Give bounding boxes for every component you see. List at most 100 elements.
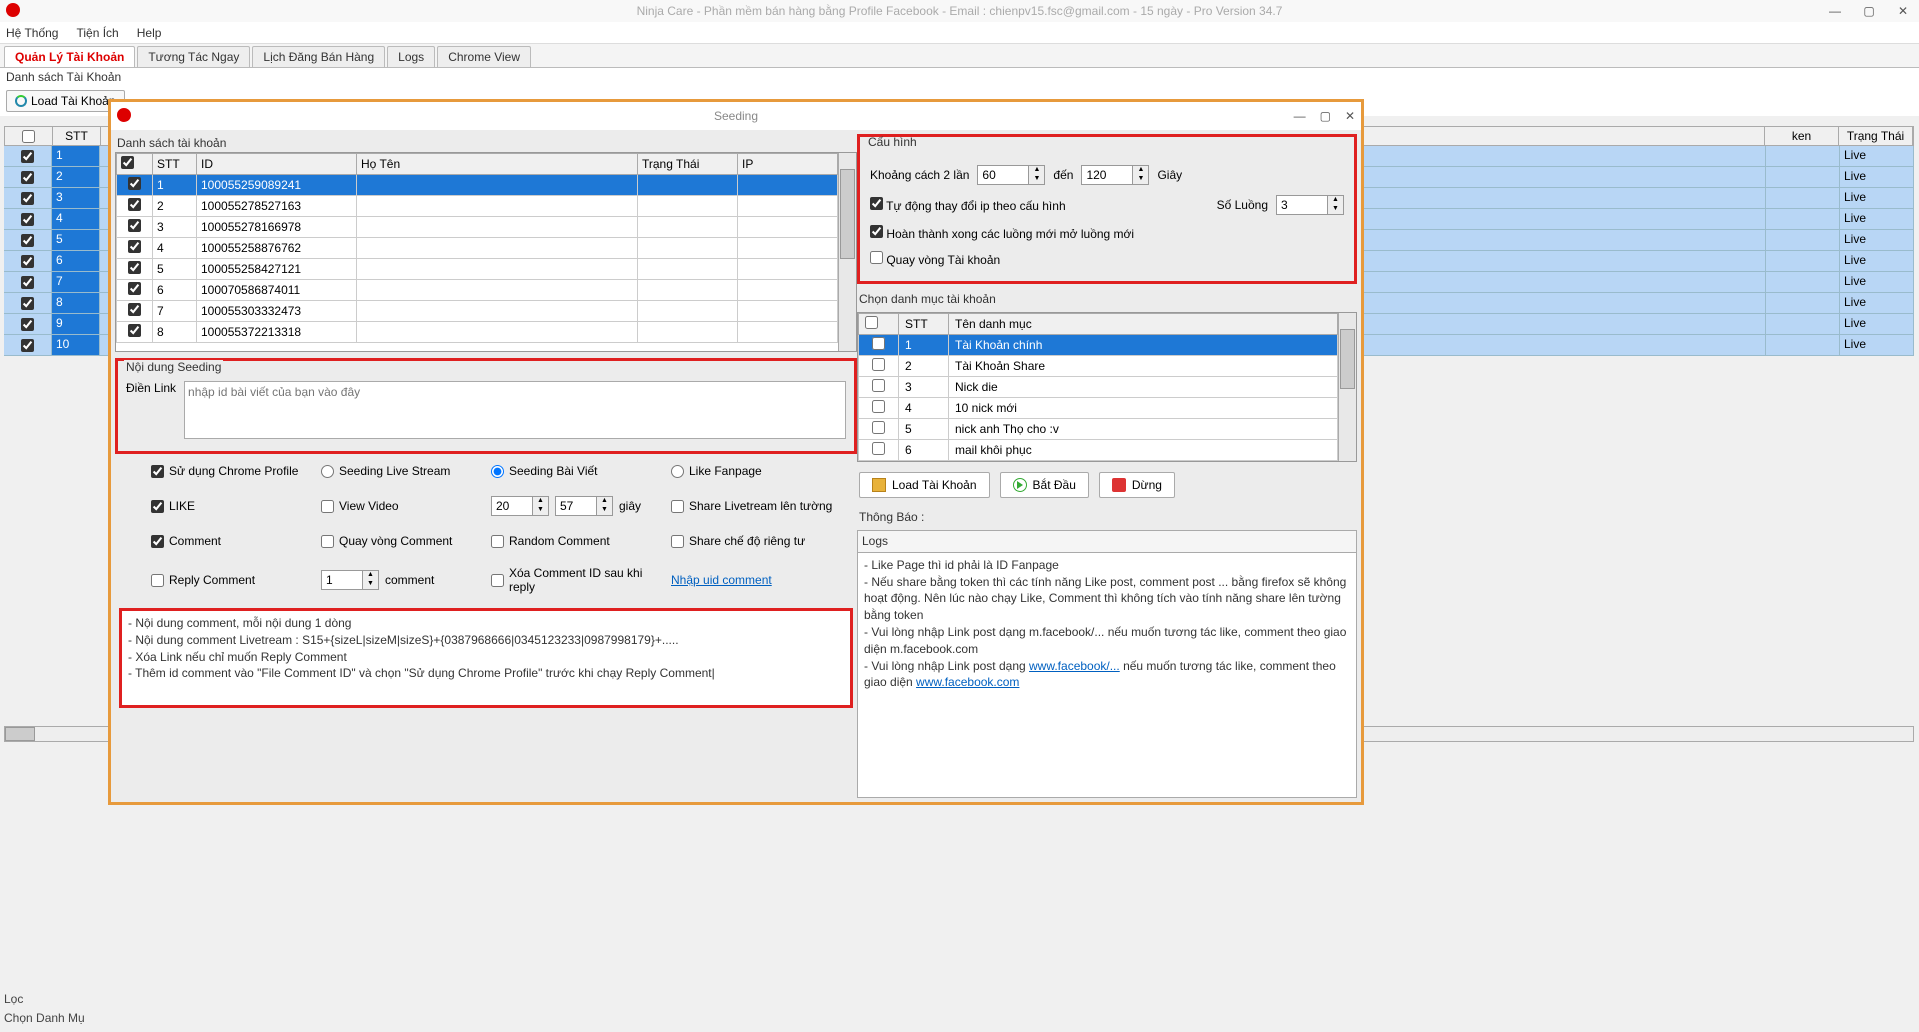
seeding-content-label: Nội dung Seeding bbox=[124, 360, 223, 374]
chk-del-comment-id[interactable]: Xóa Comment ID sau khi reply bbox=[491, 566, 671, 594]
seeding-content-box: Nội dung Seeding Điền Link bbox=[115, 358, 857, 454]
category-vscroll[interactable] bbox=[1338, 313, 1356, 461]
table-row[interactable]: 4100055258876762 bbox=[117, 238, 838, 259]
comment-template-box[interactable]: - Nội dung comment, mỗi nội dung 1 dòng … bbox=[119, 608, 853, 708]
bg-col-stt[interactable]: STT bbox=[53, 127, 101, 145]
category-table: STT Tên danh mục 1Tài Khoản chính2Tài Kh… bbox=[857, 312, 1357, 462]
comment-word: comment bbox=[385, 573, 434, 587]
stop-button[interactable]: Dừng bbox=[1099, 472, 1175, 498]
unit-label: Giây bbox=[1157, 168, 1182, 182]
seeding-modal: Seeding — ▢ ✕ Danh sách tài khoản STT ID… bbox=[108, 99, 1364, 805]
app-icon bbox=[6, 3, 20, 17]
chk-auto-ip[interactable]: Tự động thay đổi ip theo cấu hình bbox=[870, 197, 1066, 213]
category-label-bg: Chọn Danh Mụ bbox=[4, 1009, 85, 1028]
tab-accounts[interactable]: Quản Lý Tài Khoản bbox=[4, 46, 135, 67]
filter-label: Lọc bbox=[4, 990, 85, 1009]
modal-close-icon[interactable]: ✕ bbox=[1345, 109, 1355, 123]
chk-loop-account[interactable]: Quay vòng Tài khoản bbox=[870, 251, 1000, 267]
accounts-list-label: Danh sách tài khoản bbox=[115, 134, 857, 152]
stop-icon bbox=[1112, 478, 1126, 492]
table-row[interactable]: 8100055372213318 bbox=[117, 322, 838, 343]
load-accounts-label: Load Tài Khoản bbox=[31, 94, 116, 108]
chk-comment[interactable]: Comment bbox=[151, 534, 321, 548]
link-fb1[interactable]: www.facebook/... bbox=[1029, 659, 1120, 673]
app-title: Ninja Care - Phần mềm bán hàng bằng Prof… bbox=[637, 4, 1283, 18]
table-row[interactable]: 6mail khôi phục bbox=[859, 440, 1338, 461]
acct-col-name[interactable]: Họ Tên bbox=[357, 154, 638, 175]
chk-share-private[interactable]: Share chế độ riêng tư bbox=[671, 534, 871, 548]
table-row[interactable]: 1100055259089241 bbox=[117, 175, 838, 196]
table-row[interactable]: 410 nick mới bbox=[859, 398, 1338, 419]
menu-help[interactable]: Help bbox=[137, 26, 162, 40]
link-fb2[interactable]: www.facebook.com bbox=[916, 675, 1019, 689]
chk-like[interactable]: LIKE bbox=[151, 499, 321, 513]
folder-icon bbox=[872, 478, 886, 492]
maximize-icon[interactable]: ▢ bbox=[1857, 4, 1881, 18]
modal-minimize-icon[interactable]: — bbox=[1294, 109, 1306, 123]
chk-share-live[interactable]: Share Livetream lên tường bbox=[671, 499, 871, 513]
tab-chrome[interactable]: Chrome View bbox=[437, 46, 531, 67]
acct-col-stt[interactable]: STT bbox=[153, 154, 197, 175]
radio-bai-viet[interactable]: Seeding Bài Viết bbox=[491, 464, 671, 478]
table-row[interactable]: 6100070586874011 bbox=[117, 280, 838, 301]
accounts-table: STT ID Họ Tên Trạng Thái IP 110005525908… bbox=[115, 152, 857, 352]
logs-panel: Logs - Like Page thì id phải là ID Fanpa… bbox=[857, 530, 1357, 798]
table-row[interactable]: 3Nick die bbox=[859, 377, 1338, 398]
menu-utilities[interactable]: Tiện Ích bbox=[76, 26, 118, 40]
chk-chrome-profile[interactable]: Sử dụng Chrome Profile bbox=[151, 464, 321, 478]
load-accounts-button[interactable]: Load Tài Khoản bbox=[6, 90, 125, 112]
spin-threads[interactable]: ▲▼ bbox=[1276, 195, 1344, 215]
notice-label: Thông Báo : bbox=[857, 508, 1357, 526]
bg-col-token[interactable]: ken bbox=[1765, 127, 1839, 145]
chk-reply-comment[interactable]: Reply Comment bbox=[151, 573, 321, 587]
spin-video-from[interactable]: ▲▼ bbox=[491, 496, 549, 516]
category-label: Chọn danh mục tài khoản bbox=[857, 290, 1357, 308]
menu-bar: Hệ Thống Tiện Ích Help bbox=[0, 22, 1919, 44]
chk-loop-comment[interactable]: Quay vòng Comment bbox=[321, 534, 491, 548]
menu-system[interactable]: Hệ Thống bbox=[6, 26, 58, 40]
cat-col-stt[interactable]: STT bbox=[899, 314, 949, 335]
close-icon[interactable]: ✕ bbox=[1891, 4, 1915, 18]
table-row[interactable]: 2100055278527163 bbox=[117, 196, 838, 217]
chk-view-video[interactable]: View Video bbox=[321, 499, 491, 513]
interval-label: Khoảng cách 2 lần bbox=[870, 168, 969, 182]
radio-like-fanpage[interactable]: Like Fanpage bbox=[671, 464, 871, 478]
tab-logs[interactable]: Logs bbox=[387, 46, 435, 67]
seconds-label: giây bbox=[619, 499, 641, 513]
load-accounts-modal-button[interactable]: Load Tài Khoản bbox=[859, 472, 990, 498]
modal-maximize-icon[interactable]: ▢ bbox=[1320, 109, 1331, 123]
tab-schedule[interactable]: Lịch Đăng Bán Hàng bbox=[252, 46, 385, 67]
threads-label: Số Luồng bbox=[1217, 198, 1268, 212]
bg-col-check[interactable] bbox=[5, 127, 53, 145]
chk-finish-threads[interactable]: Hoàn thành xong các luồng mới mở luồng m… bbox=[870, 225, 1134, 241]
table-row[interactable]: 3100055278166978 bbox=[117, 217, 838, 238]
acct-col-ip[interactable]: IP bbox=[738, 154, 838, 175]
accounts-vscroll[interactable] bbox=[838, 153, 856, 351]
sublabel-accounts: Danh sách Tài Khoản bbox=[0, 68, 1919, 86]
link-import-uid[interactable]: Nhập uid comment bbox=[671, 573, 871, 587]
bg-col-status[interactable]: Trạng Thái bbox=[1839, 127, 1913, 145]
spin-video-to[interactable]: ▲▼ bbox=[555, 496, 613, 516]
table-row[interactable]: 7100055303332473 bbox=[117, 301, 838, 322]
table-row[interactable]: 5nick anh Thọ cho :v bbox=[859, 419, 1338, 440]
table-row[interactable]: 5100055258427121 bbox=[117, 259, 838, 280]
modal-title: Seeding bbox=[714, 109, 758, 123]
modal-titlebar: Seeding — ▢ ✕ bbox=[111, 102, 1361, 130]
acct-col-check[interactable] bbox=[117, 154, 153, 175]
spin-interval-to[interactable]: ▲▼ bbox=[1081, 165, 1149, 185]
spin-reply-count[interactable]: ▲▼ bbox=[321, 570, 379, 590]
minimize-icon[interactable]: — bbox=[1823, 4, 1847, 18]
cat-col-name[interactable]: Tên danh mục bbox=[949, 314, 1338, 335]
chk-random-comment[interactable]: Random Comment bbox=[491, 534, 671, 548]
cat-col-check[interactable] bbox=[859, 314, 899, 335]
tab-interact[interactable]: Tương Tác Ngay bbox=[137, 46, 250, 67]
radio-live-stream[interactable]: Seeding Live Stream bbox=[321, 464, 491, 478]
table-row[interactable]: 1Tài Khoản chính bbox=[859, 335, 1338, 356]
link-input[interactable] bbox=[184, 381, 846, 439]
start-button[interactable]: Bắt Đầu bbox=[1000, 472, 1089, 498]
main-titlebar: Ninja Care - Phần mềm bán hàng bằng Prof… bbox=[0, 0, 1919, 22]
acct-col-status[interactable]: Trạng Thái bbox=[638, 154, 738, 175]
table-row[interactable]: 2Tài Khoản Share bbox=[859, 356, 1338, 377]
spin-interval-from[interactable]: ▲▼ bbox=[977, 165, 1045, 185]
acct-col-id[interactable]: ID bbox=[197, 154, 357, 175]
